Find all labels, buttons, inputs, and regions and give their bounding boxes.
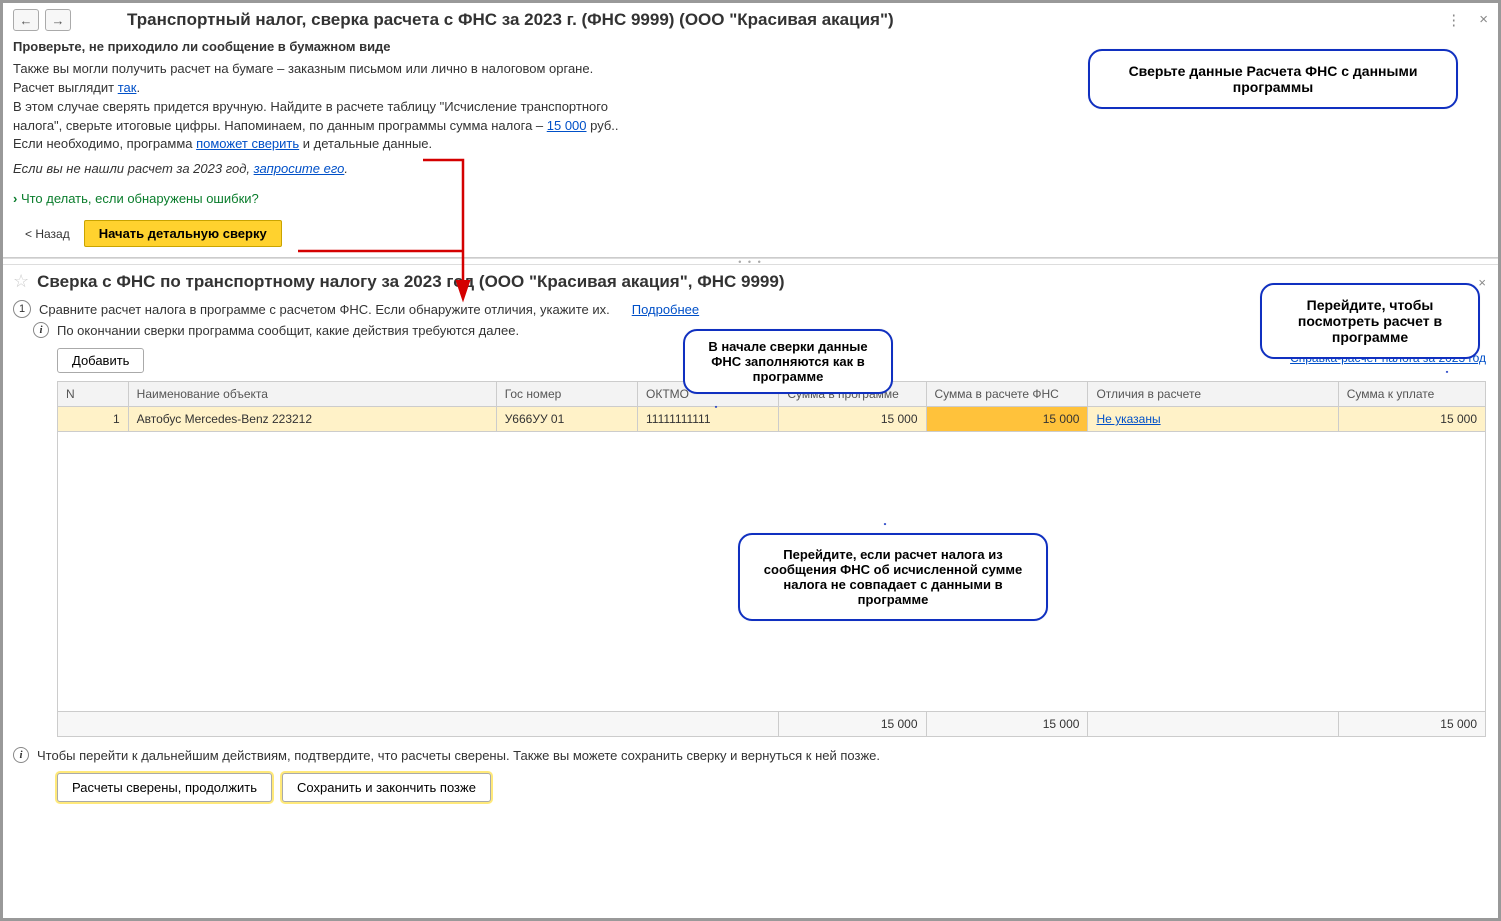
col-gos: Гос номер xyxy=(496,382,637,407)
step-number-badge: 1 xyxy=(13,300,31,318)
start-detail-button[interactable]: Начать детальную сверку xyxy=(84,220,282,247)
callout-initial-fill: В начале сверки данные ФНС заполняются к… xyxy=(683,329,893,394)
cell-n: 1 xyxy=(58,407,129,432)
info-icon: i xyxy=(33,322,49,338)
favorite-star-icon[interactable]: ☆ xyxy=(13,271,29,292)
continue-button[interactable]: Расчеты сверены, продолжить xyxy=(57,773,272,802)
errors-expander[interactable]: Что делать, если обнаружены ошибки? xyxy=(13,191,1488,206)
cell-oktmo: 11111111111 xyxy=(638,407,779,432)
cell-pay: 15 000 xyxy=(1338,407,1485,432)
total-sum-prog: 15 000 xyxy=(779,712,926,737)
splitter-handle[interactable]: • • • xyxy=(3,258,1498,265)
cell-sum-prog: 15 000 xyxy=(779,407,926,432)
tax-amount-link[interactable]: 15 000 xyxy=(547,118,587,133)
total-pay: 15 000 xyxy=(1338,712,1485,737)
info-icon: i xyxy=(13,747,29,763)
col-n: N xyxy=(58,382,129,407)
cell-diff[interactable]: Не указаны xyxy=(1088,407,1338,432)
close-bottom-icon[interactable]: × xyxy=(1478,275,1486,290)
callout-goto-report: Перейдите, чтобы посмотреть расчет в про… xyxy=(1260,283,1480,359)
col-sum-fns: Сумма в расчете ФНС xyxy=(926,382,1088,407)
diff-link[interactable]: Не указаны xyxy=(1096,412,1160,426)
looks-like-link[interactable]: так xyxy=(118,80,137,95)
page-title-top: Транспортный налог, сверка расчета с ФНС… xyxy=(127,10,894,30)
back-link[interactable]: < Назад xyxy=(25,227,70,241)
footer-info-text: Чтобы перейти к дальнейшим действиям, по… xyxy=(37,748,880,763)
table-footer-row: 15 000 15 000 15 000 xyxy=(58,712,1486,737)
body-paragraph: Также вы могли получить расчет на бумаге… xyxy=(13,60,633,154)
save-later-button[interactable]: Сохранить и закончить позже xyxy=(282,773,491,802)
col-pay: Сумма к уплате xyxy=(1338,382,1485,407)
help-verify-link[interactable]: поможет сверить xyxy=(196,136,299,151)
callout-navigate-diff: Перейдите, если расчет налога из сообщен… xyxy=(738,533,1048,621)
nav-forward-button[interactable]: → xyxy=(45,9,71,31)
request-hint: Если вы не нашли расчет за 2023 год, зап… xyxy=(13,160,633,179)
nav-back-button[interactable]: ← xyxy=(13,9,39,31)
step-instruction: Сравните расчет налога в программе с рас… xyxy=(39,302,610,317)
info-text: По окончании сверки программа сообщит, к… xyxy=(57,323,519,338)
cell-gos: У666УУ 01 xyxy=(496,407,637,432)
col-diff: Отличия в расчете xyxy=(1088,382,1338,407)
table-row[interactable]: 1 Автобус Mercedes-Benz 223212 У666УУ 01… xyxy=(58,407,1486,432)
kebab-menu-icon[interactable]: ⋮ xyxy=(1446,11,1461,29)
cell-name: Автобус Mercedes-Benz 223212 xyxy=(128,407,496,432)
cell-sum-fns[interactable]: 15 000 xyxy=(926,407,1088,432)
callout-compare: Сверьте данные Расчета ФНС с данными про… xyxy=(1088,49,1458,109)
close-icon[interactable]: × xyxy=(1479,11,1488,29)
more-link[interactable]: Подробнее xyxy=(632,302,699,317)
total-sum-fns: 15 000 xyxy=(926,712,1088,737)
col-name: Наименование объекта xyxy=(128,382,496,407)
page-title-bottom: Сверка с ФНС по транспортному налогу за … xyxy=(37,272,784,292)
request-link[interactable]: запросите его xyxy=(254,161,345,176)
add-button[interactable]: Добавить xyxy=(57,348,144,373)
